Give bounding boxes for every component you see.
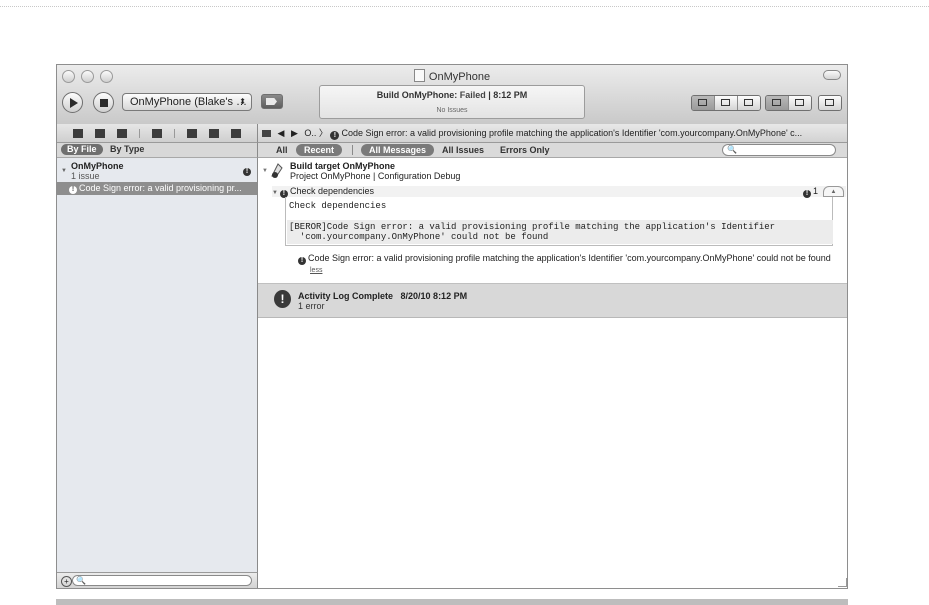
navigator-filter-footer: + 🔍: [57, 572, 258, 588]
scope-errors-only[interactable]: Errors Only: [500, 143, 550, 157]
activity-title: Activity Log Complete: [298, 291, 394, 301]
scope-divider: [352, 145, 353, 155]
navigator-divider: [139, 128, 140, 138]
transcript-line: Check dependencies: [289, 201, 387, 211]
activity-summary-text: Activity Log Complete 8/20/10 8:12 PM 1 …: [298, 291, 467, 311]
breakpoint-navigator-icon[interactable]: [209, 128, 219, 138]
build-transcript: Check dependencies [BEROR]Code Sign erro…: [285, 197, 833, 246]
selected-issue-row[interactable]: ! Code Sign error: a valid provisioning p…: [57, 182, 257, 195]
related-items-icon[interactable]: [262, 130, 271, 137]
disclosure-triangle-icon[interactable]: ▼: [272, 190, 278, 196]
issues-summary: No Issues: [436, 107, 468, 114]
project-issue-group[interactable]: ▼ OnMyPhone 1 issue: [61, 161, 124, 181]
project-name: OnMyPhone: [71, 161, 124, 171]
activity-viewer: Build OnMyPhone: Failed | 8:12 PM No Iss…: [319, 85, 585, 119]
breadcrumb-message[interactable]: Code Sign error: a valid provisioning pr…: [341, 128, 802, 138]
error-icon: !: [298, 257, 306, 265]
forward-button[interactable]: ▶: [291, 128, 298, 138]
build-target-detail: Project OnMyPhone | Configuration Debug: [290, 171, 461, 181]
view-panes-control: [765, 95, 812, 111]
jump-bar: ◀ ▶ O.. 〉 ! Code Sign error: a valid prov…: [258, 124, 847, 143]
log-navigator-icon[interactable]: [231, 128, 241, 138]
stop-icon: [99, 98, 108, 107]
standard-editor-button[interactable]: [692, 96, 715, 110]
breadcrumb-project[interactable]: O..: [304, 128, 316, 138]
navigator-search-field[interactable]: 🔍: [72, 575, 252, 586]
search-navigator-icon[interactable]: [117, 128, 127, 138]
organizer-button[interactable]: [819, 96, 841, 110]
breakpoint-icon: [266, 98, 277, 105]
collapse-transcript-button[interactable]: ▲: [823, 186, 844, 197]
organizer-icon: [825, 99, 834, 106]
toolbar-toggle-button[interactable]: [823, 70, 841, 80]
activity-log-summary[interactable]: ! Activity Log Complete 8/20/10 8:12 PM …: [258, 283, 847, 318]
build-target-title: Build target OnMyPhone: [290, 161, 396, 171]
check-dependencies-title: Check dependencies: [289, 186, 375, 196]
play-icon: [69, 97, 78, 108]
organizer-control: [818, 95, 842, 111]
debug-pane-button[interactable]: [789, 96, 811, 110]
assistant-editor-icon: [721, 99, 730, 106]
activity-error-count: 1 error: [298, 301, 325, 311]
disclosure-triangle-icon[interactable]: ▼: [262, 166, 268, 176]
issue-navigator: ▼ OnMyPhone 1 issue ! ! Code Sign error: …: [57, 158, 258, 572]
navigator-divider: [174, 128, 175, 138]
error-icon: !: [330, 131, 340, 140]
back-button[interactable]: ◀: [278, 128, 285, 138]
activity-time: 8/20/10 8:12 PM: [400, 291, 468, 301]
window-toolbar: OnMyPhone OnMyPhone (Blake's … ⬍ Build O…: [57, 65, 847, 125]
transcript-error-line: [BEROR]Code Sign error: a valid provisio…: [287, 220, 833, 244]
scheme-popup[interactable]: OnMyPhone (Blake's … ⬍: [122, 93, 252, 111]
alert-icon: !: [274, 290, 291, 308]
debug-pane-icon: [795, 99, 804, 106]
standard-editor-icon: [698, 99, 707, 106]
assistant-editor-button[interactable]: [715, 96, 738, 110]
window-resize-grip-icon[interactable]: [838, 578, 847, 587]
error-message[interactable]: ! Code Sign error: a valid provisioning p…: [298, 253, 846, 276]
version-editor-button[interactable]: [738, 96, 760, 110]
breadcrumb-separator: 〉: [318, 128, 328, 138]
scope-recent[interactable]: Recent: [296, 144, 343, 156]
navigator-pane-button[interactable]: [766, 96, 789, 110]
stop-button[interactable]: [93, 92, 114, 113]
add-icon[interactable]: +: [61, 576, 72, 587]
disclosure-triangle-icon[interactable]: ▼: [61, 166, 67, 176]
issue-count: 1 issue: [71, 171, 100, 181]
issue-navigator-warning-icon[interactable]: [152, 128, 162, 138]
check-dependencies-row[interactable]: ▼! Check dependencies ! 1 ▲: [272, 186, 846, 198]
build-hammer-icon: [271, 163, 283, 178]
scope-all-issues[interactable]: All Issues: [442, 143, 484, 157]
bottom-band: [56, 599, 848, 605]
project-document-icon: [413, 69, 425, 82]
by-file-button[interactable]: By File: [61, 144, 103, 155]
scope-all[interactable]: All: [276, 143, 288, 157]
by-type-button[interactable]: By Type: [110, 144, 144, 155]
error-icon: !: [69, 186, 77, 194]
less-link[interactable]: less: [310, 266, 846, 276]
build-result: Failed: [459, 90, 486, 100]
build-target-header[interactable]: ▼ Build target OnMyPhone Project OnMyPho…: [262, 161, 460, 181]
log-scope-bar: All Recent All Messages All Issues Error…: [258, 143, 847, 158]
editor-mode-control: [691, 95, 761, 111]
issue-badge-icon: !: [243, 168, 251, 176]
debug-navigator-icon[interactable]: [187, 128, 197, 138]
navigator-selector-bar: [57, 124, 258, 143]
window-title: OnMyPhone: [57, 69, 847, 83]
xcode-window: OnMyPhone OnMyPhone (Blake's … ⬍ Build O…: [56, 64, 848, 589]
top-dotted-border: [0, 6, 929, 7]
popup-arrows-icon: ⬍: [239, 97, 246, 106]
breakpoints-button[interactable]: [261, 94, 283, 109]
project-navigator-folder-icon[interactable]: [73, 128, 83, 138]
build-log: ▼ Build target OnMyPhone Project OnMyPho…: [258, 158, 847, 588]
build-status: Build OnMyPhone: Failed | 8:12 PM: [376, 90, 528, 100]
symbol-navigator-icon[interactable]: [95, 128, 105, 138]
navigator-pane-icon: [772, 99, 781, 106]
navigator-filter-bar: By File By Type: [57, 143, 258, 158]
version-editor-icon: [744, 99, 753, 106]
run-button[interactable]: [62, 92, 83, 113]
log-search-field[interactable]: 🔍: [722, 144, 836, 156]
scope-all-messages[interactable]: All Messages: [361, 144, 435, 156]
